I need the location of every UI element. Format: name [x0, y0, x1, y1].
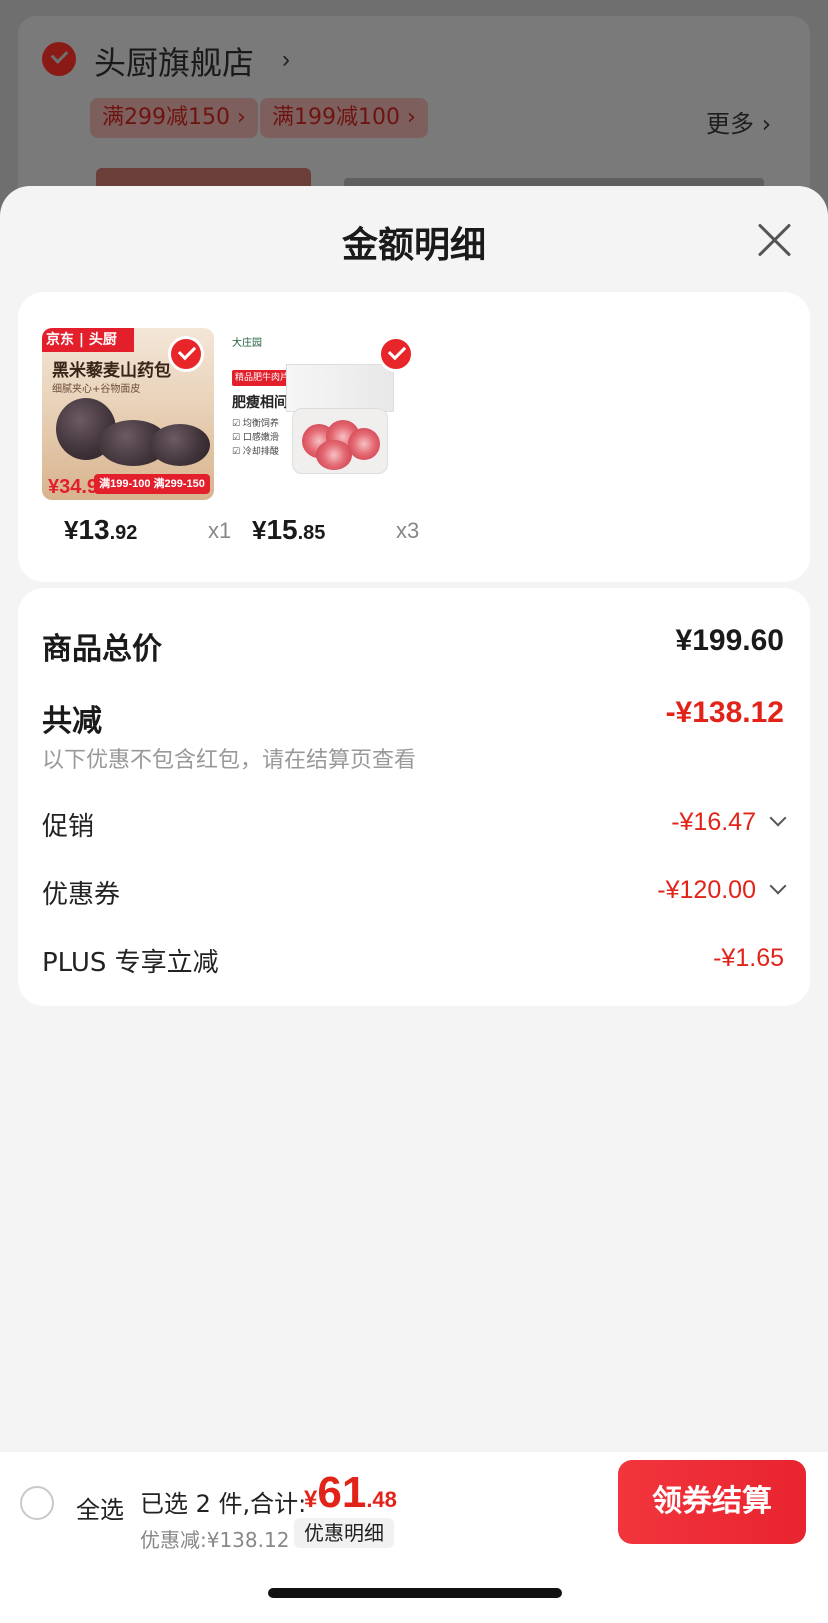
selected-count-text: 已选 2 件,合计:	[140, 1490, 307, 1518]
product-image-title: 肥瘦相间	[232, 395, 288, 411]
product-image-brand: 京东 | 头厨	[42, 328, 134, 352]
store-checked-icon	[42, 42, 76, 76]
price-decimal: .85	[297, 522, 326, 544]
product-image-feature: ☑ 冷却排酸	[232, 447, 279, 457]
home-indicator-area	[0, 1552, 828, 1623]
product-image[interactable]: 大庄园 精品肥牛肉片 肥瘦相间 ☑ 均衡饲养 ☑ 口感嫩滑 ☑ 冷却排酸	[228, 328, 400, 500]
price-detail-sheet: 金额明细 京东 | 头厨 黑米藜麦山药包 细腻夹心+谷物面皮 ¥34.9 满19…	[0, 186, 828, 1623]
chevron-down-icon[interactable]	[769, 809, 787, 827]
selected-check-icon[interactable]	[168, 336, 204, 372]
close-icon[interactable]	[756, 220, 794, 258]
plus-value: -¥1.65	[713, 944, 784, 972]
checkout-button[interactable]: 领券结算	[618, 1460, 806, 1544]
bun-graphic	[150, 424, 210, 466]
total-value: ¥199.60	[675, 624, 784, 657]
chevron-right-icon: ›	[282, 46, 290, 73]
product-quantity: x3	[396, 518, 420, 543]
product-price: ¥13.92	[64, 514, 137, 546]
plus-row: PLUS 专享立减 -¥1.65	[42, 942, 786, 978]
product-image-title: 黑米藜麦山药包	[52, 361, 171, 381]
total-decimal: .48	[366, 1487, 397, 1512]
discount-value: -¥138.12	[665, 696, 784, 729]
coupon-label: 优惠券	[42, 880, 121, 910]
coupon-tag: 满299减150 ›	[90, 98, 258, 138]
meat-graphic	[316, 440, 352, 470]
product-image-brand: 大庄园	[232, 338, 262, 349]
discount-note-text: 以下优惠不包含红包，请在结算页查看	[42, 748, 417, 773]
meat-graphic	[348, 428, 380, 460]
background-page: 头厨旗舰店 › 满299减150 › 满199减100 › 更多 ›	[0, 0, 828, 208]
store-name: 头厨旗舰店	[94, 44, 255, 82]
total-integer: 61	[317, 1468, 367, 1517]
chevron-down-icon[interactable]	[769, 877, 787, 895]
checkout-bar: 全选 已选 2 件,合计: ¥61.48 优惠减:¥138.12 优惠明细 领券…	[0, 1452, 828, 1552]
plus-label: PLUS 专享立减	[42, 948, 219, 978]
selected-check-icon[interactable]	[378, 336, 414, 372]
promo-row[interactable]: 促销 -¥16.47	[42, 806, 787, 842]
more-link: 更多 ›	[706, 110, 772, 138]
total-label: 商品总价	[42, 632, 162, 667]
home-indicator[interactable]	[268, 1588, 562, 1598]
product-price: ¥15.85	[252, 514, 325, 546]
product-list-card: 京东 | 头厨 黑米藜麦山药包 细腻夹心+谷物面皮 ¥34.9 满199-100…	[18, 292, 810, 582]
package-graphic	[286, 364, 394, 412]
discount-label: 共减	[42, 704, 102, 739]
checkout-total: ¥61.48	[304, 1468, 397, 1518]
coupon-tag: 满199减100 ›	[260, 98, 428, 138]
promo-label: 促销	[42, 812, 95, 842]
discount-detail-button[interactable]: 优惠明细	[294, 1518, 394, 1548]
discount-row: 共减 -¥138.12	[42, 696, 786, 739]
price-currency: ¥	[252, 515, 267, 545]
product-image-price: ¥34.9	[48, 476, 99, 498]
product-image-tag: 精品肥牛肉片	[232, 370, 292, 386]
total-row: 商品总价 ¥199.60	[42, 624, 786, 667]
product-image-subtitle: 细腻夹心+谷物面皮	[52, 384, 141, 395]
price-decimal: .92	[109, 522, 138, 544]
price-summary-card: 商品总价 ¥199.60 共减 -¥138.12 以下优惠不包含红包，请在结算页…	[18, 588, 810, 1006]
total-currency: ¥	[304, 1486, 318, 1513]
coupon-value: -¥120.00	[657, 876, 756, 904]
saved-amount: 优惠减:¥138.12	[140, 1528, 290, 1552]
product-image-promo: 满199-100 满299-150	[94, 474, 210, 494]
sheet-title: 金额明细	[341, 225, 486, 266]
coupon-row[interactable]: 优惠券 -¥120.00	[42, 874, 787, 910]
discount-note: 以下优惠不包含红包，请在结算页查看	[42, 742, 786, 773]
price-integer: 13	[78, 514, 110, 545]
select-all-label[interactable]: 全选	[76, 1490, 124, 1525]
select-all-radio[interactable]	[20, 1486, 54, 1520]
price-integer: 15	[266, 514, 298, 545]
promo-value: -¥16.47	[671, 808, 756, 836]
product-quantity: x1	[208, 518, 232, 543]
product-image-feature: ☑ 均衡饲养	[232, 419, 279, 429]
price-currency: ¥	[64, 515, 79, 545]
product-image-feature: ☑ 口感嫩滑	[232, 433, 279, 443]
